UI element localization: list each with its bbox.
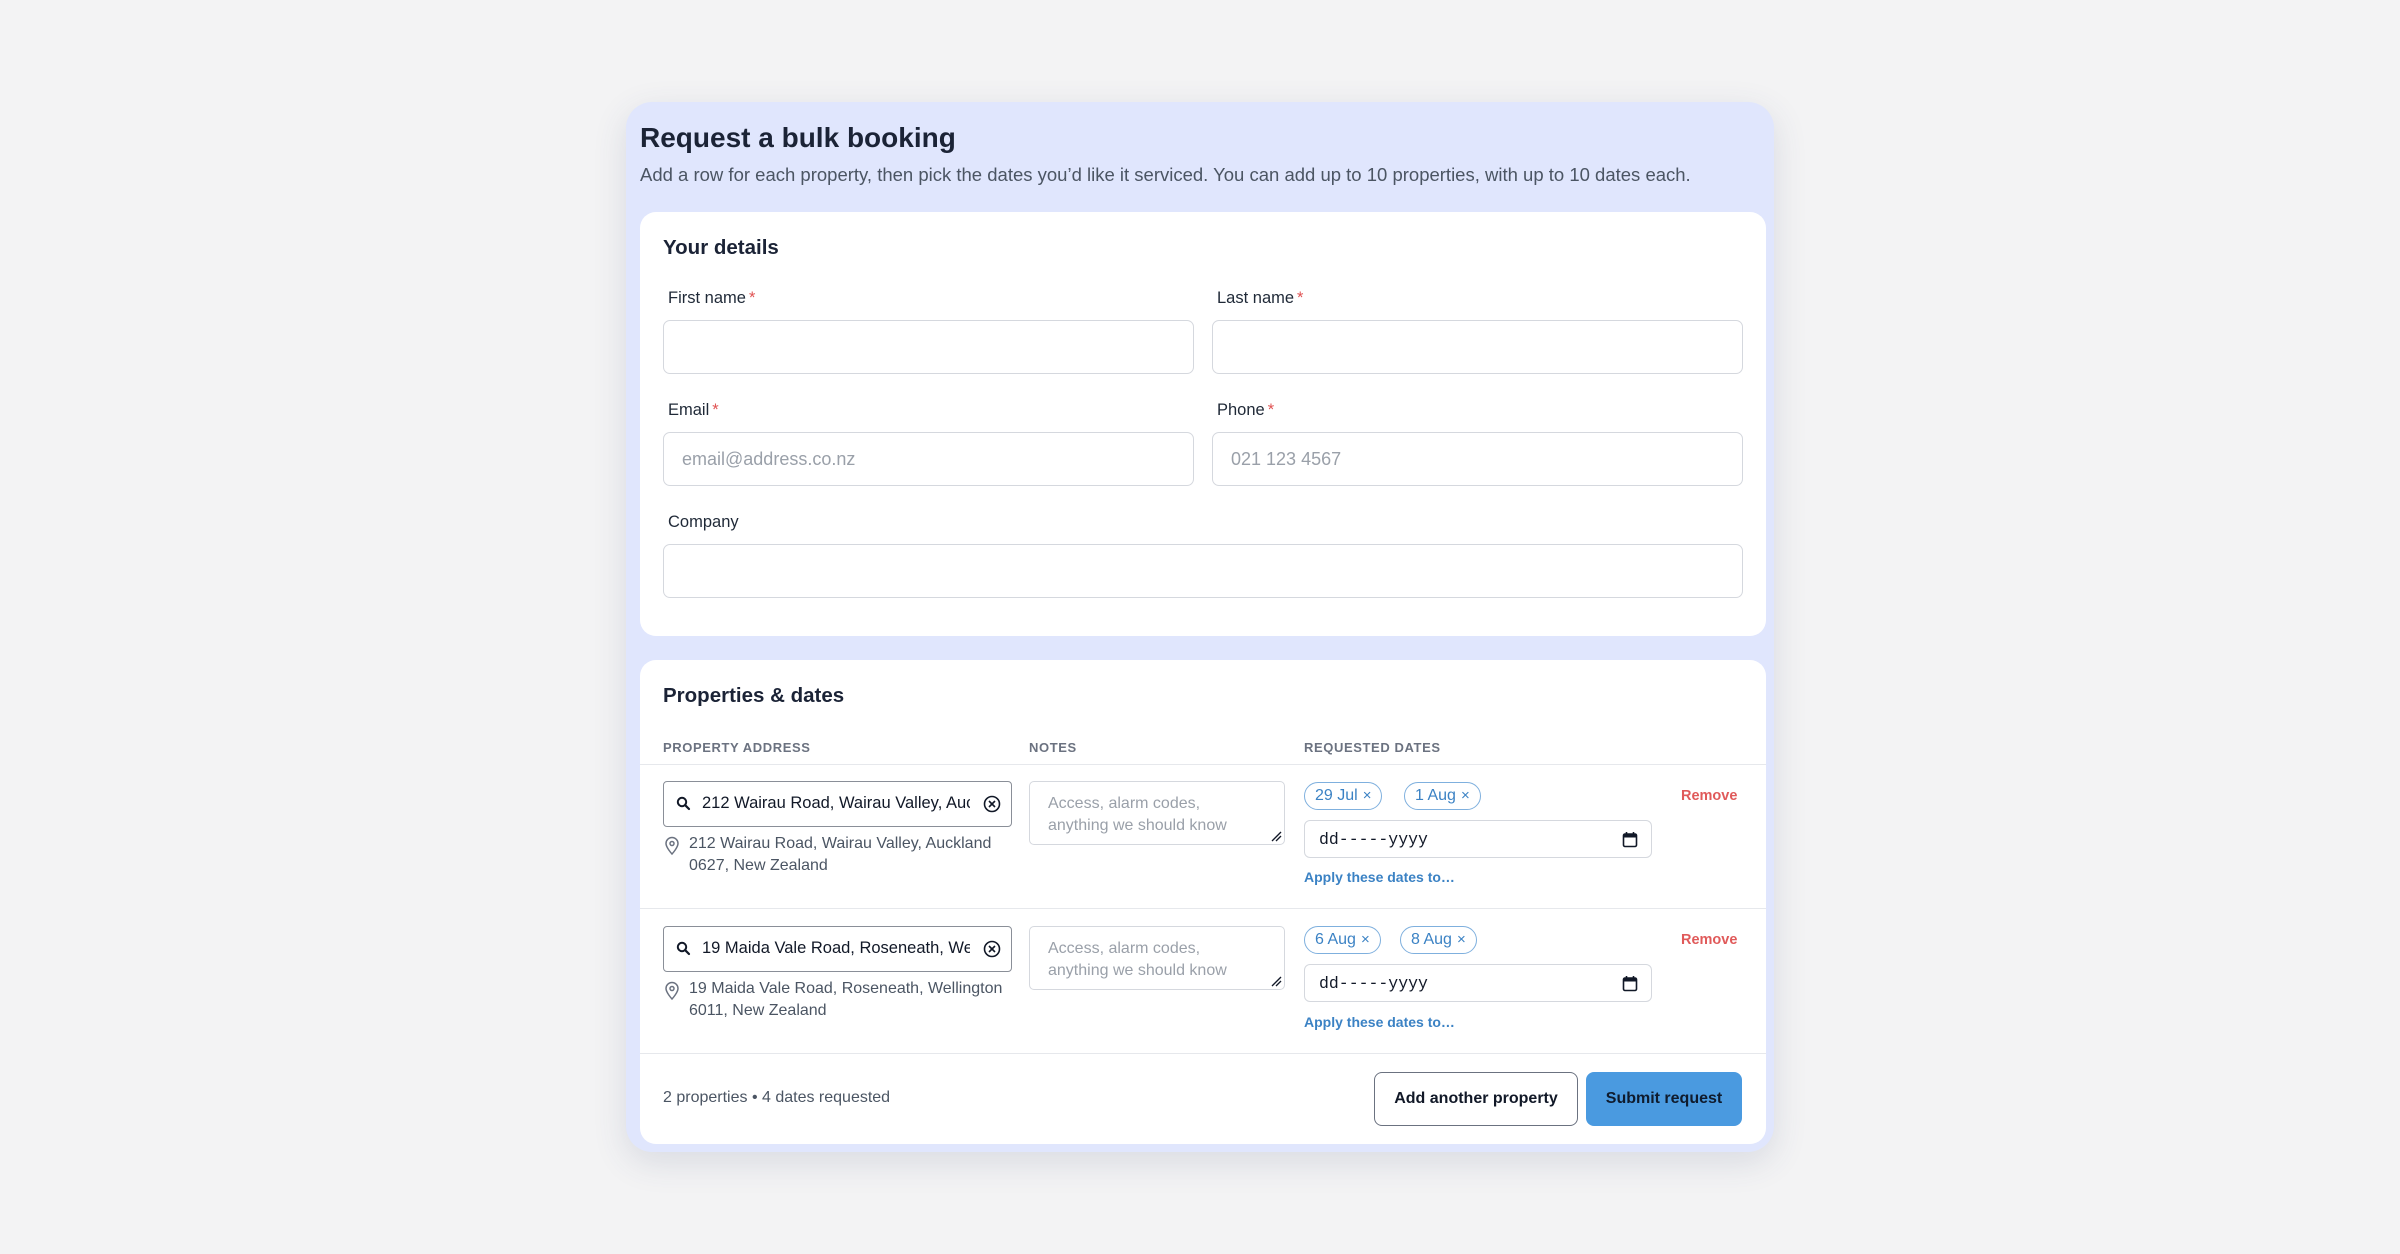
properties-heading: Properties & dates [663,684,845,707]
clear-icon[interactable] [982,939,1002,959]
chip-remove-icon[interactable]: × [1363,787,1372,804]
notes-field[interactable]: Access, alarm codes, anything we should … [1029,926,1285,990]
add-property-button[interactable]: Add another property [1374,1072,1578,1126]
bulk-booking-card: Request a bulk booking Add a row for eac… [626,102,1774,1152]
date-chip: 1 Aug × [1404,782,1481,810]
apply-dates-link[interactable]: Apply these dates to… [1304,1014,1455,1030]
address-search-value: 212 Wairau Road, Wairau Valley, Auckland… [702,794,970,812]
email-field[interactable] [663,432,1194,486]
details-panel: Your details First name * Last name * Emai… [640,212,1766,636]
submit-request-button[interactable]: Submit request [1586,1072,1742,1126]
column-header-notes: NOTES [1029,740,1077,755]
resolved-address-line2: 0627, New Zealand [689,857,828,874]
company-field[interactable] [663,544,1743,598]
address-search-input[interactable]: 212 Wairau Road, Wairau Valley, Auckland… [663,781,1012,827]
chip-remove-icon[interactable]: × [1361,931,1370,948]
phone-label: Phone * [1217,401,1275,419]
page-title: Request a bulk booking [640,122,956,153]
column-header-dates: REQUESTED DATES [1304,740,1441,755]
booking-summary: 2 properties • 4 dates requested [663,1089,891,1106]
date-chip: 8 Aug × [1400,926,1477,954]
date-picker-placeholder: dd-----yyyy [1319,974,1428,993]
notes-field[interactable]: Access, alarm codes, anything we should … [1029,781,1285,845]
row-divider [640,764,1766,765]
first-name-field[interactable] [663,320,1194,374]
resize-grip-icon[interactable] [1270,975,1282,987]
clear-icon[interactable] [982,794,1002,814]
resolved-address-line1: 19 Maida Vale Road, Roseneath, Wellingto… [689,980,1003,997]
column-header-address: PROPERTY ADDRESS [663,740,811,755]
email-label: Email * [668,401,719,419]
details-heading: Your details [663,236,779,259]
search-icon [676,941,691,956]
properties-panel: Properties & dates PROPERTY ADDRESS NOTE… [640,660,1766,1144]
resize-grip-icon[interactable] [1270,830,1282,842]
date-picker-input[interactable]: dd-----yyyy [1304,964,1652,1002]
chip-remove-icon[interactable]: × [1461,787,1470,804]
address-search-value: 19 Maida Vale Road, Roseneath, Wellingto… [702,939,970,957]
notes-placeholder: Access, alarm codes, anything we should … [1048,940,1227,979]
last-name-label: Last name * [1217,289,1304,307]
apply-dates-link[interactable]: Apply these dates to… [1304,869,1455,885]
calendar-icon[interactable] [1622,831,1638,848]
row-divider [640,1053,1766,1054]
date-picker-input[interactable]: dd-----yyyy [1304,820,1652,858]
page-subtitle: Add a row for each property, then pick t… [640,164,1691,185]
phone-field[interactable] [1212,432,1743,486]
notes-placeholder: Access, alarm codes, anything we should … [1048,795,1227,834]
row-divider [640,908,1766,909]
remove-property-button[interactable]: Remove [1681,932,1737,948]
map-pin-icon [665,981,679,1001]
first-name-label: First name * [668,289,756,307]
address-search-input[interactable]: 19 Maida Vale Road, Roseneath, Wellingto… [663,926,1012,972]
search-icon [676,796,691,811]
resolved-address-line1: 212 Wairau Road, Wairau Valley, Auckland [689,835,992,852]
company-label: Company [668,513,739,531]
date-chip: 29 Jul × [1304,782,1383,810]
date-picker-placeholder: dd-----yyyy [1319,830,1428,849]
resolved-address-line2: 6011, New Zealand [689,1002,827,1019]
chip-remove-icon[interactable]: × [1457,931,1466,948]
map-pin-icon [665,836,679,856]
calendar-icon[interactable] [1622,975,1638,992]
date-chip: 6 Aug × [1304,926,1381,954]
last-name-field[interactable] [1212,320,1743,374]
remove-property-button[interactable]: Remove [1681,788,1737,804]
